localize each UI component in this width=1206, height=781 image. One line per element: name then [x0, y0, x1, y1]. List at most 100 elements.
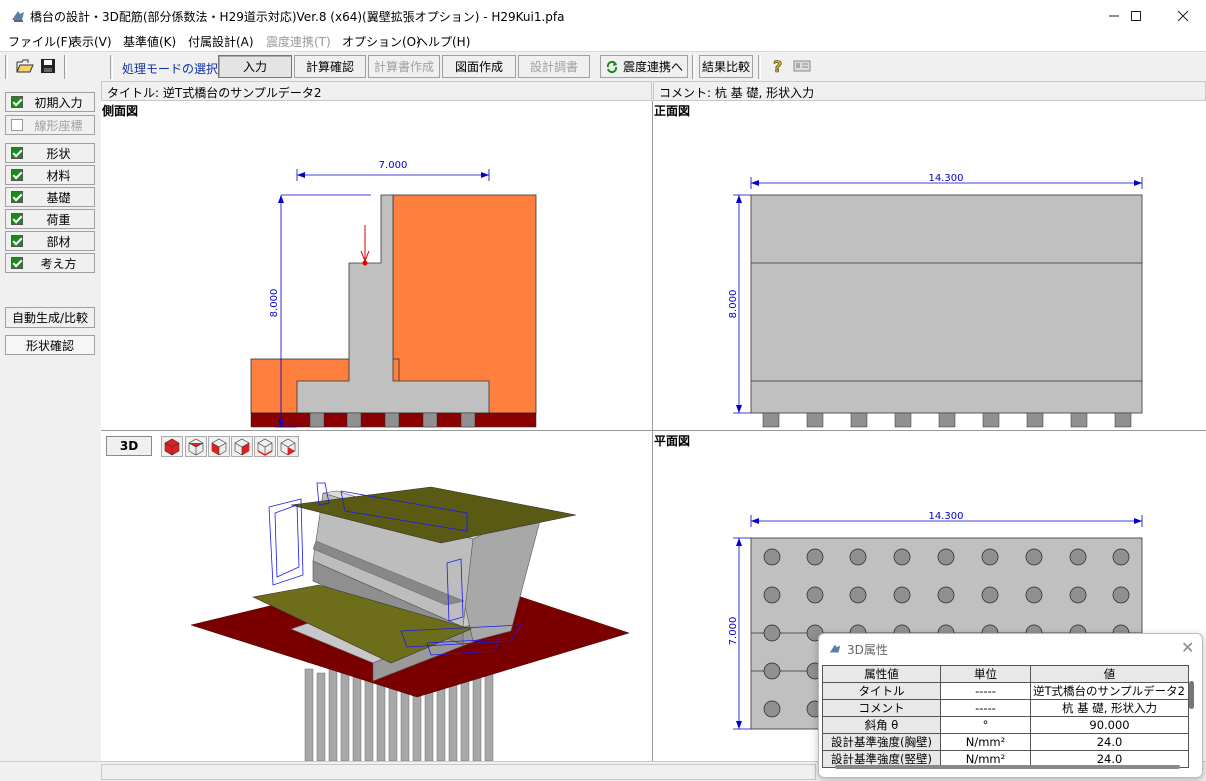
front-width-dimension: 14.300 [929, 173, 964, 184]
menu-bar: ファイル(F) 表示(V) 基準値(K) 付属設計(A) 震度連携(T) オプシ… [0, 31, 1206, 51]
front-piles [762, 412, 1132, 428]
horizontal-scrollbar[interactable] [835, 765, 1180, 769]
open-folder-icon [16, 59, 34, 73]
vertical-scrollbar[interactable] [1189, 681, 1194, 709]
table-header-row: 属性値 単位 値 [822, 665, 1189, 683]
input-mode-button[interactable]: 入力 [218, 55, 292, 78]
shape-check-button[interactable]: 形状確認 [5, 335, 95, 355]
item-shape[interactable]: 形状 [5, 143, 95, 163]
toolbar: 処理モードの選択 入力 計算確認 計算書作成 図面作成 設計調書 震度連携へ 結… [0, 51, 1206, 81]
three-d-attributes-panel[interactable]: 3D属性 ✕ 属性値 単位 値 タイトル ----- 逆T式橋台のサンプルデータ… [818, 633, 1203, 778]
item-foundation[interactable]: 基礎 [5, 187, 95, 207]
maximize-button[interactable] [1113, 0, 1159, 31]
item-label: 荷重 [46, 212, 71, 227]
front-view-label: 正面図 [654, 104, 691, 118]
view-iso-button[interactable] [277, 436, 299, 457]
help-button[interactable]: ? [767, 55, 789, 77]
column-header: 値 [1030, 665, 1189, 683]
main-window: 橋台の設計・3D配筋(部分係数法・H29道示対応)Ver.8 (x64)(翼壁拡… [0, 0, 1206, 781]
column-header: 属性値 [822, 665, 941, 683]
close-button[interactable] [1160, 0, 1206, 31]
attr-unit: ----- [940, 682, 1031, 700]
report-create-button[interactable]: 計算書作成 [368, 55, 440, 78]
attr-key: 設計基準強度(胸壁) [822, 733, 941, 751]
cube-view-icon [164, 438, 180, 456]
side-height-dimension: 8.000 [269, 289, 280, 318]
view-top-button[interactable] [185, 436, 207, 457]
side-view-label: 側面図 [102, 104, 139, 118]
toolbar-separator [692, 55, 695, 79]
title-bar: 橋台の設計・3D配筋(部分係数法・H29道示対応)Ver.8 (x64)(翼壁拡… [0, 0, 1206, 31]
view-side-button[interactable] [208, 436, 230, 457]
seismic-link-button[interactable]: 震度連携へ [600, 55, 688, 78]
app-icon [12, 11, 24, 22]
cube-view-icon [257, 438, 273, 456]
menu-file[interactable]: ファイル(F) [8, 33, 72, 50]
svg-text:?: ? [773, 57, 782, 75]
table-row[interactable]: タイトル ----- 逆T式橋台のサンプルデータ2 [822, 682, 1189, 700]
three-d-model [190, 482, 630, 761]
item-load[interactable]: 荷重 [5, 209, 95, 229]
item-label: 基礎 [46, 190, 71, 205]
calc-check-button[interactable]: 計算確認 [294, 55, 366, 78]
table-row[interactable]: 斜角 θ ° 90.000 [822, 716, 1189, 734]
view-splitter-vertical[interactable] [652, 101, 653, 761]
three-d-view[interactable]: 3D [101, 431, 652, 761]
window-title: 橋台の設計・3D配筋(部分係数法・H29道示対応)Ver.8 (x64)(翼壁拡… [30, 10, 565, 24]
view-front-button[interactable] [161, 436, 183, 457]
view-right-button[interactable] [231, 436, 253, 457]
item-alignment-coords[interactable]: 線形座標 [5, 115, 95, 135]
front-height-dimension: 8.000 [728, 290, 739, 319]
mode-select-label: 処理モードの選択 [122, 62, 219, 76]
close-icon[interactable]: ✕ [1181, 638, 1194, 657]
help-question-icon: ? [773, 57, 783, 75]
view-back-button[interactable] [254, 436, 276, 457]
checkbox-checked-icon [11, 147, 23, 159]
item-label: 線形座標 [34, 118, 83, 133]
item-approach[interactable]: 考え方 [5, 253, 95, 273]
attributes-table: 属性値 単位 値 タイトル ----- 逆T式橋台のサンプルデータ2 コメント … [822, 665, 1189, 768]
checkbox-checked-icon [11, 213, 23, 225]
plan-view-label: 平面図 [654, 434, 691, 448]
plan-width-dimension: 14.300 [929, 511, 964, 522]
checkbox-unchecked-icon [11, 119, 23, 131]
data-comment-field: コメント: 杭 基 礎, 形状入力 [653, 81, 1206, 101]
save-file-button[interactable] [37, 55, 59, 77]
attr-value: 逆T式橋台のサンプルデータ2 [1030, 682, 1189, 700]
view-splitter-horizontal[interactable] [101, 430, 1206, 431]
auto-generate-compare-button[interactable]: 自動生成/比較 [5, 307, 95, 328]
id-card-icon [793, 60, 811, 72]
menu-options[interactable]: オプション(O) [342, 33, 421, 50]
side-view[interactable]: 7.000 8.000 側面図 [101, 101, 652, 430]
menu-help[interactable]: ヘルプ(H) [416, 33, 470, 50]
three-d-mode-button[interactable]: 3D [106, 436, 152, 456]
save-disk-icon [41, 59, 55, 73]
result-compare-button[interactable]: 結果比較 [699, 55, 753, 78]
table-row[interactable]: 設計基準強度(胸壁) N/mm² 24.0 [822, 733, 1189, 751]
attr-value: 杭 基 礎, 形状入力 [1030, 699, 1189, 717]
front-view-drawing: 14.300 8.000 [728, 173, 1143, 428]
attr-key: コメント [822, 699, 941, 717]
info-card-button[interactable] [791, 55, 813, 77]
maximize-icon [1131, 10, 1141, 21]
attr-key: 斜角 θ [822, 716, 941, 734]
item-member[interactable]: 部材 [5, 231, 95, 251]
menu-view[interactable]: 表示(V) [70, 33, 112, 50]
front-view[interactable]: 14.300 8.000 正面図 [653, 101, 1206, 430]
open-file-button[interactable] [14, 55, 36, 77]
menu-attached-design[interactable]: 付属設計(A) [188, 33, 254, 50]
item-label: 材料 [46, 168, 71, 183]
attr-unit: ----- [940, 699, 1031, 717]
item-material[interactable]: 材料 [5, 165, 95, 185]
design-record-button[interactable]: 設計調書 [518, 55, 590, 78]
menu-seismic-link[interactable]: 震度連携(T) [266, 33, 331, 50]
item-label: 考え方 [40, 256, 77, 271]
toolbar-separator [110, 55, 113, 79]
side-width-dimension: 7.000 [379, 160, 408, 171]
table-row[interactable]: コメント ----- 杭 基 礎, 形状入力 [822, 699, 1189, 717]
item-initial-input[interactable]: 初期入力 [5, 92, 95, 112]
plan-depth-dimension: 7.000 [728, 617, 739, 646]
drawing-create-button[interactable]: 図面作成 [442, 55, 516, 78]
menu-standard[interactable]: 基準値(K) [123, 33, 176, 50]
column-header: 単位 [940, 665, 1031, 683]
